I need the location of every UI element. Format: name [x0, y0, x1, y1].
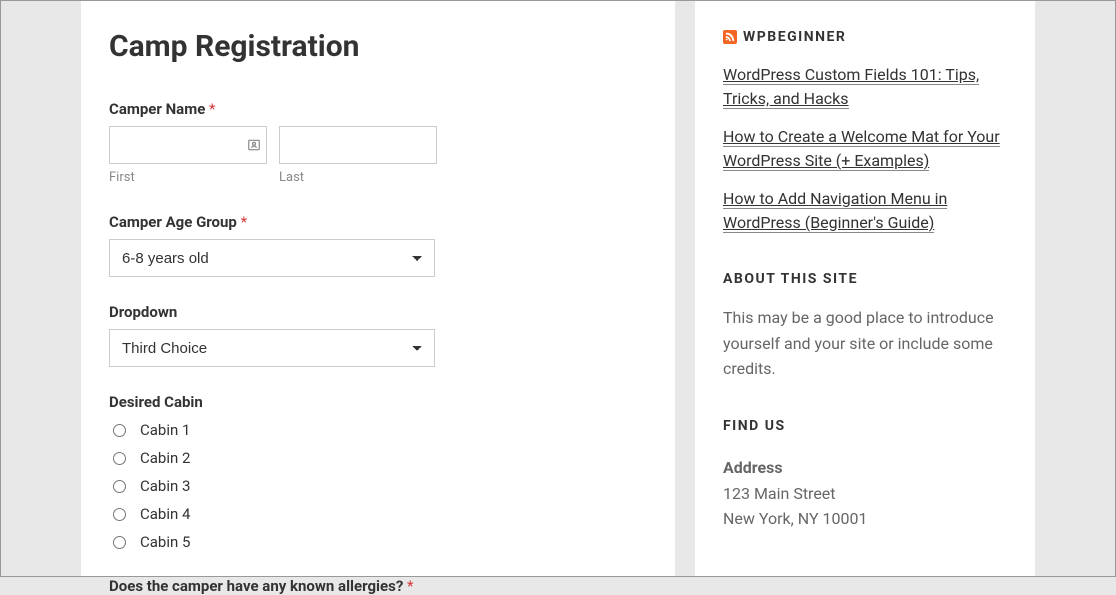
feed-list: WordPress Custom Fields 101: Tips, Trick… [723, 63, 1007, 235]
cabin-radio-4[interactable] [113, 508, 126, 521]
feed-link-3[interactable]: How to Add Navigation Menu in WordPress … [723, 189, 947, 233]
sidebar: WPBEGINNER WordPress Custom Fields 101: … [695, 1, 1035, 576]
age-group-label-text: Camper Age Group [109, 213, 237, 231]
cabin-radio-item: Cabin 1 [109, 421, 647, 439]
first-name-sublabel: First [109, 170, 267, 185]
allergies-label-text: Does the camper have any known allergies… [109, 577, 403, 595]
cabin-radio-item: Cabin 5 [109, 533, 647, 551]
cabin-radio-label: Cabin 1 [140, 421, 190, 439]
find-us-widget: FIND US Address 123 Main Street New York… [723, 418, 1007, 532]
cabin-radio-item: Cabin 4 [109, 505, 647, 523]
age-group-select[interactable]: 6-8 years old [109, 239, 435, 277]
contact-card-icon [247, 137, 261, 153]
camper-name-group: Camper Name * First [109, 100, 647, 185]
cabin-label: Desired Cabin [109, 393, 647, 411]
about-widget: ABOUT THIS SITE This may be a good place… [723, 271, 1007, 382]
cabin-radio-list: Cabin 1 Cabin 2 Cabin 3 Cabin 4 Cabin 5 [109, 421, 647, 551]
camper-name-label: Camper Name * [109, 100, 647, 118]
camper-name-label-text: Camper Name [109, 100, 205, 118]
about-widget-title: ABOUT THIS SITE [723, 271, 1007, 287]
dropdown-select[interactable]: Third Choice [109, 329, 435, 367]
about-text: This may be a good place to introduce yo… [723, 305, 1007, 382]
dropdown-field: Dropdown Third Choice [109, 303, 647, 367]
cabin-radio-5[interactable] [113, 536, 126, 549]
allergies-label: Does the camper have any known allergies… [109, 577, 647, 595]
find-us-title: FIND US [723, 418, 1007, 434]
address-line-1: 123 Main Street [723, 481, 1007, 507]
age-group-field: Camper Age Group * 6-8 years old [109, 213, 647, 277]
last-name-sublabel: Last [279, 170, 437, 185]
cabin-radio-label: Cabin 4 [140, 505, 190, 523]
required-mark: * [241, 213, 247, 231]
feed-title-text: WPBEGINNER [743, 29, 846, 45]
cabin-radio-item: Cabin 2 [109, 449, 647, 467]
address-line-2: New York, NY 10001 [723, 506, 1007, 532]
feed-widget-title: WPBEGINNER [723, 29, 1007, 45]
cabin-radio-label: Cabin 5 [140, 533, 190, 551]
main-content: Camp Registration Camper Name * [81, 1, 675, 576]
feed-link-2[interactable]: How to Create a Welcome Mat for Your Wor… [723, 127, 1000, 171]
page-title: Camp Registration [109, 29, 647, 64]
cabin-field: Desired Cabin Cabin 1 Cabin 2 Cabin 3 Ca… [109, 393, 647, 551]
rss-icon [723, 30, 737, 44]
required-mark: * [407, 577, 413, 595]
last-name-input[interactable] [279, 126, 437, 164]
cabin-radio-label: Cabin 2 [140, 449, 190, 467]
first-name-input[interactable] [109, 126, 267, 164]
cabin-radio-2[interactable] [113, 452, 126, 465]
age-group-label: Camper Age Group * [109, 213, 647, 231]
required-mark: * [209, 100, 215, 118]
feed-widget: WPBEGINNER WordPress Custom Fields 101: … [723, 29, 1007, 235]
cabin-radio-3[interactable] [113, 480, 126, 493]
allergies-field: Does the camper have any known allergies… [109, 577, 647, 595]
cabin-radio-1[interactable] [113, 424, 126, 437]
dropdown-label: Dropdown [109, 303, 647, 321]
address-label: Address [723, 458, 1007, 477]
cabin-radio-item: Cabin 3 [109, 477, 647, 495]
feed-link-1[interactable]: WordPress Custom Fields 101: Tips, Trick… [723, 65, 979, 109]
cabin-radio-label: Cabin 3 [140, 477, 190, 495]
